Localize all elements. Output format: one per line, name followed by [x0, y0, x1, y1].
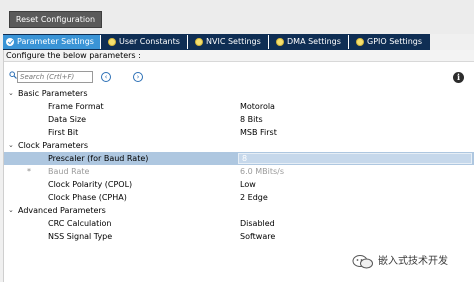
top-toolbar: Reset Configuration [0, 0, 474, 34]
tab-gpio-settings[interactable]: GPIO Settings [353, 35, 430, 49]
status-dot-icon [356, 38, 364, 46]
parameter-settings-panel: Configure the below parameters : ‹ › i ⌄… [3, 50, 474, 282]
group-advanced-parameters[interactable]: ⌄ Advanced Parameters [4, 204, 474, 217]
param-row-nss-signal-type[interactable]: NSS Signal Type Software [4, 230, 474, 243]
status-dot-icon [276, 38, 284, 46]
param-name: NSS Signal Type [48, 232, 113, 241]
configure-header: Configure the below parameters : [4, 50, 474, 62]
param-name: Prescaler (for Baud Rate) [48, 154, 149, 163]
param-value: Motorola [240, 102, 275, 111]
info-icon[interactable]: i [453, 72, 464, 83]
param-name: First Bit [48, 128, 79, 137]
param-row-clock-phase[interactable]: Clock Phase (CPHA) 2 Edge [4, 191, 474, 204]
reset-configuration-button[interactable]: Reset Configuration [9, 11, 102, 28]
param-name: Clock Polarity (CPOL) [48, 180, 133, 189]
param-name: CRC Calculation [48, 219, 112, 228]
param-value: 6.0 MBits/s [240, 167, 285, 176]
tab-label: GPIO Settings [367, 37, 423, 46]
chevron-down-icon[interactable]: ⌄ [8, 87, 14, 100]
tab-user-constants[interactable]: User Constants [105, 35, 188, 49]
param-name: Data Size [48, 115, 87, 124]
tab-nvic-settings[interactable]: NVIC Settings [192, 35, 269, 49]
param-row-baud-rate: * Baud Rate 6.0 MBits/s [4, 165, 474, 178]
param-name: Baud Rate [48, 167, 90, 176]
param-value: 2 Edge [240, 193, 268, 202]
search-row: ‹ › i [4, 62, 474, 87]
check-circle-icon [6, 38, 14, 46]
search-icon [9, 71, 17, 79]
arrow-left-circle-icon[interactable]: ‹ [101, 72, 111, 82]
param-row-crc-calculation[interactable]: CRC Calculation Disabled [4, 217, 474, 230]
param-row-first-bit[interactable]: First Bit MSB First [4, 126, 474, 139]
param-row-frame-format[interactable]: Frame Format Motorola [4, 100, 474, 113]
configure-text: Configure the below parameters : [6, 51, 141, 60]
param-value: Software [240, 232, 276, 241]
param-row-clock-polarity[interactable]: Clock Polarity (CPOL) Low [4, 178, 474, 191]
param-row-prescaler[interactable]: Prescaler (for Baud Rate) 8 [4, 152, 474, 165]
param-name: Frame Format [48, 102, 104, 111]
tab-label: Parameter Settings [17, 37, 94, 46]
param-value: MSB First [240, 128, 277, 137]
settings-tab-bar: Parameter Settings User Constants NVIC S… [3, 34, 430, 50]
group-label: Basic Parameters [18, 89, 88, 98]
tab-parameter-settings[interactable]: Parameter Settings [3, 35, 101, 49]
group-basic-parameters[interactable]: ⌄ Basic Parameters [4, 87, 474, 100]
parameter-tree: ⌄ Basic Parameters Frame Format Motorola… [4, 87, 474, 243]
asterisk-icon: * [27, 167, 31, 176]
watermark: 嵌入式技术开发 [352, 254, 470, 270]
prescaler-value-field[interactable] [238, 153, 472, 164]
param-value: 8 Bits [240, 115, 263, 124]
group-label: Advanced Parameters [18, 206, 106, 215]
tab-label: NVIC Settings [206, 37, 261, 46]
tab-label: User Constants [119, 37, 180, 46]
status-dot-icon [195, 38, 203, 46]
watermark-text: 嵌入式技术开发 [378, 256, 448, 267]
param-value: 8 [242, 154, 248, 163]
tab-label: DMA Settings [287, 37, 341, 46]
status-dot-icon [108, 38, 116, 46]
chevron-down-icon[interactable]: ⌄ [8, 139, 14, 152]
arrow-right-circle-icon[interactable]: › [133, 72, 143, 82]
chevron-down-icon[interactable]: ⌄ [8, 204, 14, 217]
group-label: Clock Parameters [18, 141, 89, 150]
param-value: Low [240, 180, 256, 189]
chat-bubble-icon [352, 255, 373, 269]
param-row-data-size[interactable]: Data Size 8 Bits [4, 113, 474, 126]
group-clock-parameters[interactable]: ⌄ Clock Parameters [4, 139, 474, 152]
tab-dma-settings[interactable]: DMA Settings [273, 35, 349, 49]
param-value: Disabled [240, 219, 275, 228]
param-name: Clock Phase (CPHA) [48, 193, 127, 202]
search-input[interactable] [17, 71, 93, 83]
